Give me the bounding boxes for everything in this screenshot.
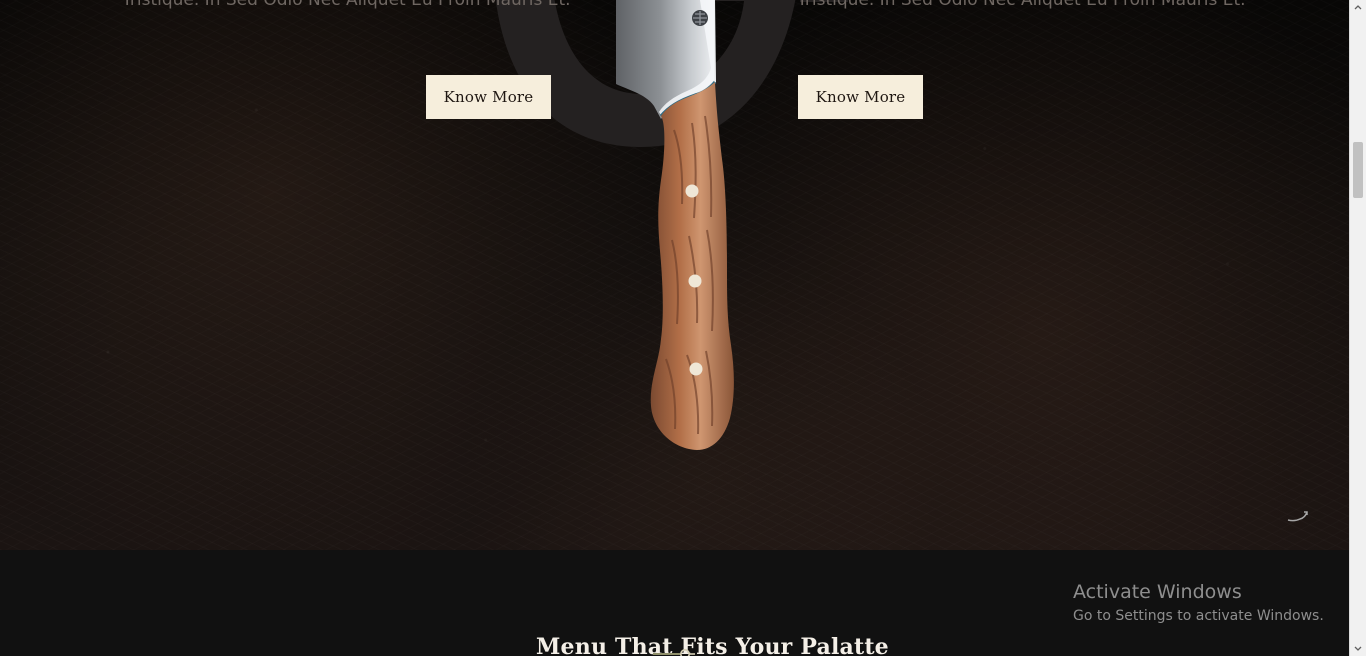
left-hero-text: Tristique. In Sed Odio Nec Aliquet Eu Pr… (122, 0, 571, 10)
know-more-left-button[interactable]: Know More (426, 75, 551, 119)
scroll-hook-icon (1287, 510, 1309, 524)
hero-section: Tristique. In Sed Odio Nec Aliquet Eu Pr… (0, 0, 1349, 550)
activation-subtitle: Go to Settings to activate Windows. (1073, 608, 1324, 624)
section-divider-icon (652, 648, 696, 656)
scroll-up-arrow-icon[interactable] (1354, 4, 1362, 12)
scrollbar-thumb[interactable] (1353, 142, 1363, 198)
knife-icon (603, 0, 741, 456)
know-more-right-button[interactable]: Know More (798, 75, 923, 119)
scroll-down-arrow-icon[interactable] (1354, 644, 1362, 652)
vertical-scrollbar[interactable] (1349, 0, 1366, 656)
activation-title: Activate Windows (1073, 581, 1242, 603)
page-root: Tristique. In Sed Odio Nec Aliquet Eu Pr… (0, 0, 1366, 656)
right-hero-text: Tristique. In Sed Odio Nec Aliquet Eu Pr… (797, 0, 1246, 10)
windows-activation-watermark: Activate Windows Go to Settings to activ… (1073, 582, 1324, 624)
